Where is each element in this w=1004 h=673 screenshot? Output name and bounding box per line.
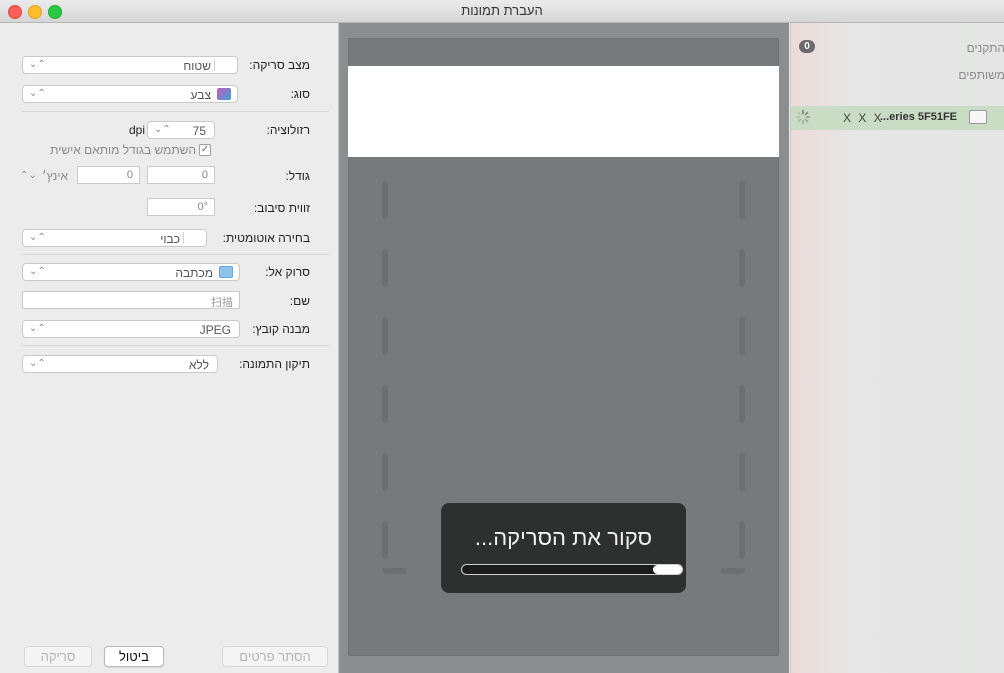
scan-mode-popup[interactable]: שטוח ⌃⌄ bbox=[22, 56, 238, 74]
correction-label: תיקון התמונה: bbox=[239, 357, 310, 371]
correction-popup[interactable]: ללא ⌃⌄ bbox=[22, 355, 218, 373]
name-label: שם: bbox=[289, 294, 310, 308]
popup-arrows-icon: ⌃⌄ bbox=[29, 266, 46, 277]
divider bbox=[22, 111, 329, 112]
size-unit-arrows-icon[interactable]: ⌃⌄ bbox=[20, 170, 37, 181]
scan-bed: סקור את הסריקה... bbox=[348, 38, 779, 656]
popup-divider bbox=[183, 232, 184, 244]
selection-guide bbox=[721, 568, 745, 574]
auto-select-label: בחירה אוטומטית: bbox=[222, 231, 310, 245]
scan-to-value: מכתבה bbox=[175, 266, 213, 280]
format-value: JPEG bbox=[199, 323, 231, 337]
selection-guide bbox=[739, 249, 745, 287]
popup-divider bbox=[214, 59, 215, 71]
rotation-field[interactable]: 0° bbox=[147, 198, 215, 216]
popup-arrows-icon: ⌃⌄ bbox=[29, 232, 46, 243]
progress-bar-fill bbox=[653, 565, 682, 574]
divider bbox=[22, 345, 329, 346]
auto-select-value: כבוי bbox=[160, 232, 180, 246]
resolution-popup[interactable]: 75 ⌃⌄ bbox=[147, 121, 215, 139]
custom-size-checkbox[interactable]: ✓ bbox=[199, 144, 211, 156]
format-popup[interactable]: JPEG ⌃⌄ bbox=[22, 320, 240, 338]
selection-guide bbox=[739, 317, 745, 355]
scan-progress-hud: סקור את הסריקה... bbox=[441, 503, 686, 593]
scan-settings-panel: מצב סריקה: שטוח ⌃⌄ סוג: צבע ⌃⌄ רזולוציה:… bbox=[0, 23, 339, 673]
resolution-label: רזולוציה: bbox=[266, 123, 310, 137]
resolution-value: 75 bbox=[192, 124, 206, 138]
scanner-icon bbox=[969, 110, 987, 124]
selection-guide bbox=[382, 521, 388, 559]
devices-section-header: התקנים bbox=[966, 41, 1004, 55]
selection-guide bbox=[382, 317, 388, 355]
progress-bar bbox=[461, 564, 683, 575]
popup-arrows-icon: ⌃⌄ bbox=[154, 124, 171, 135]
devices-sidebar: 0 התקנים משותפים X X X ...eries 5F51FE bbox=[790, 23, 1004, 673]
size-width-field[interactable]: 0 bbox=[147, 166, 215, 184]
selection-guide bbox=[739, 181, 745, 219]
scan-mode-value: שטוח bbox=[183, 59, 211, 73]
popup-arrows-icon: ⌃⌄ bbox=[29, 88, 46, 99]
rotation-label: זווית סיבוב: bbox=[253, 201, 310, 215]
kind-popup[interactable]: צבע ⌃⌄ bbox=[22, 85, 238, 103]
correction-value: ללא bbox=[188, 358, 209, 372]
popup-arrows-icon: ⌃⌄ bbox=[29, 59, 46, 70]
scan-to-label: סרוק אל: bbox=[265, 265, 310, 279]
window-title: העברת תמונות bbox=[461, 3, 543, 18]
hide-details-button[interactable]: הסתר פרטים bbox=[222, 646, 328, 667]
preview-image bbox=[348, 66, 779, 157]
popup-arrows-icon: ⌃⌄ bbox=[29, 323, 46, 334]
selection-guide bbox=[382, 181, 388, 219]
device-list-item[interactable]: X X X ...eries 5F51FE bbox=[791, 106, 1004, 130]
color-chip-icon bbox=[217, 88, 231, 100]
selection-guide bbox=[739, 385, 745, 423]
hud-status-text: סקור את הסריקה... bbox=[474, 525, 653, 550]
kind-value: צבע bbox=[190, 88, 211, 102]
size-unit[interactable]: אינץ׳ bbox=[42, 169, 68, 183]
scan-to-popup[interactable]: מכתבה ⌃⌄ bbox=[22, 263, 240, 281]
scan-mode-label: מצב סריקה: bbox=[249, 58, 310, 72]
shared-section-header: משותפים bbox=[958, 68, 1004, 82]
scan-button[interactable]: סריקה bbox=[24, 646, 92, 667]
selection-guide bbox=[382, 249, 388, 287]
scan-preview-area: סקור את הסריקה... bbox=[339, 23, 789, 673]
selection-guide bbox=[382, 385, 388, 423]
resolution-unit: dpi bbox=[128, 123, 145, 137]
selection-guide bbox=[382, 568, 406, 574]
selection-guide bbox=[739, 453, 745, 491]
divider bbox=[22, 254, 329, 255]
size-label: גודל: bbox=[285, 169, 310, 183]
title-bar: העברת תמונות bbox=[0, 0, 1004, 23]
cancel-button[interactable]: ביטול bbox=[104, 646, 164, 667]
device-extra-text: X X X bbox=[843, 111, 884, 125]
format-label: מבנה קובץ: bbox=[252, 322, 310, 336]
custom-size-label: השתמש בגודל מותאם אישית bbox=[50, 143, 196, 157]
selection-guide bbox=[739, 521, 745, 559]
spinner-icon bbox=[795, 109, 811, 125]
device-name: ...eries 5F51FE bbox=[879, 111, 957, 123]
name-field[interactable]: 扫描 bbox=[22, 291, 240, 309]
kind-label: סוג: bbox=[290, 87, 310, 101]
popup-arrows-icon: ⌃⌄ bbox=[29, 358, 46, 369]
auto-select-popup[interactable]: כבוי ⌃⌄ bbox=[22, 229, 207, 247]
folder-icon bbox=[219, 266, 233, 278]
selection-guide bbox=[382, 453, 388, 491]
size-height-field[interactable]: 0 bbox=[77, 166, 140, 184]
devices-count-badge: 0 bbox=[799, 40, 815, 53]
